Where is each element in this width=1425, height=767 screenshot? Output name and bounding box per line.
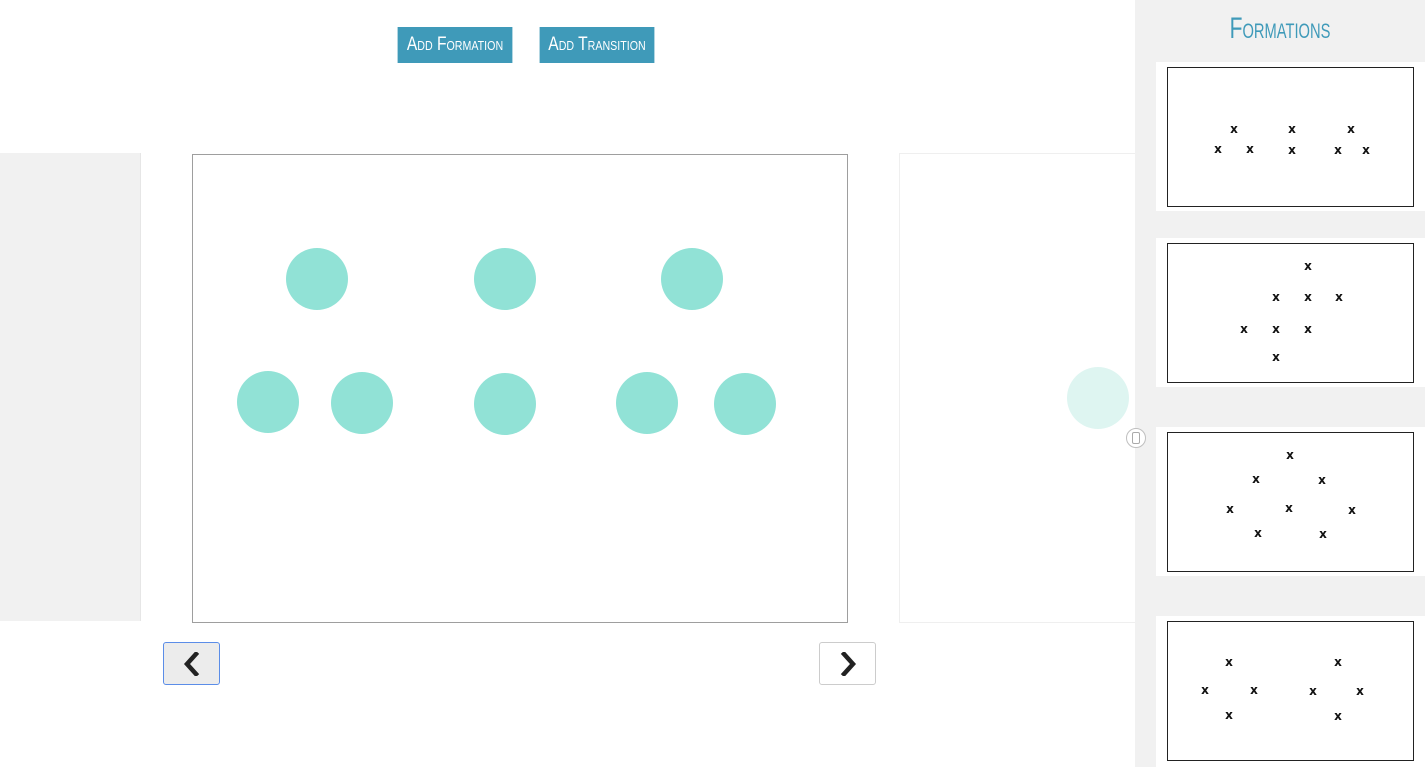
dancer-mark: x — [1334, 655, 1342, 669]
thumbnail-stage: x x x x x x x x — [1167, 432, 1414, 572]
dancer-mark: x — [1285, 501, 1293, 515]
chevron-right-icon — [840, 651, 856, 676]
dancer-mark: x — [1230, 122, 1238, 136]
dancer-mark: x — [1304, 290, 1312, 304]
dancer-mark: x — [1334, 143, 1342, 157]
thumbnail-stage: x x x x x x x x — [1167, 243, 1414, 383]
dancer-mark: x — [1214, 142, 1222, 156]
next-button[interactable] — [819, 642, 876, 685]
dancer-mark: x — [1225, 655, 1233, 669]
dancer-mark: x — [1304, 322, 1312, 336]
dancer-mark: x — [1226, 502, 1234, 516]
previous-formation-stage[interactable] — [0, 153, 141, 621]
dancer-mark: x — [1335, 290, 1343, 304]
sidebar-resize-handle[interactable] — [1126, 428, 1146, 448]
dancer-mark: x — [1362, 143, 1370, 157]
dancer-mark: x — [1319, 527, 1327, 541]
dancer-mark: x — [1252, 472, 1260, 486]
formations-sidebar: Formations x x x x x x x x x x x x x x x… — [1135, 0, 1425, 767]
dancer[interactable] — [661, 248, 723, 310]
formation-thumbnail[interactable]: x x x x x x x x — [1156, 238, 1425, 387]
ghost-dancer — [1067, 367, 1129, 429]
dancer-mark: x — [1272, 322, 1280, 336]
previous-button[interactable] — [163, 642, 220, 685]
dancer-mark: x — [1309, 684, 1317, 698]
grip-icon — [1132, 432, 1140, 444]
dancer-mark: x — [1288, 122, 1296, 136]
dancer-mark: x — [1201, 683, 1209, 697]
thumbnail-stage: x x x x x x x x — [1167, 67, 1414, 207]
dancer[interactable] — [714, 373, 776, 435]
dancer[interactable] — [616, 372, 678, 434]
dancer-mark: x — [1250, 683, 1258, 697]
dancer-mark: x — [1356, 684, 1364, 698]
dancer-mark: x — [1288, 143, 1296, 157]
dancer[interactable] — [331, 372, 393, 434]
dancer-mark: x — [1225, 708, 1233, 722]
dancer-mark: x — [1318, 473, 1326, 487]
dancer[interactable] — [237, 371, 299, 433]
chevron-left-icon — [183, 651, 199, 676]
dancer-mark: x — [1272, 350, 1280, 364]
formation-thumbnail[interactable]: x x x x x x x x — [1156, 62, 1425, 211]
dancer-mark: x — [1347, 122, 1355, 136]
dancer[interactable] — [474, 248, 536, 310]
dancer-mark: x — [1246, 142, 1254, 156]
thumbnail-stage: x x x x x x x x — [1167, 621, 1414, 761]
dancer-mark: x — [1304, 259, 1312, 273]
dancer[interactable] — [474, 373, 536, 435]
current-formation-stage[interactable] — [192, 154, 848, 623]
add-transition-button[interactable]: Add Transition — [539, 27, 655, 63]
dancer[interactable] — [286, 248, 348, 310]
dancer-mark: x — [1240, 322, 1248, 336]
formation-thumbnail[interactable]: x x x x x x x x — [1156, 427, 1425, 576]
sidebar-title: Formations — [1229, 12, 1331, 45]
dancer-mark: x — [1348, 503, 1356, 517]
formation-thumbnail[interactable]: x x x x x x x x — [1156, 616, 1425, 767]
dancer-mark: x — [1334, 709, 1342, 723]
dancer-mark: x — [1254, 526, 1262, 540]
dancer-mark: x — [1272, 290, 1280, 304]
add-formation-button[interactable]: Add Formation — [397, 27, 513, 63]
dancer-mark: x — [1286, 448, 1294, 462]
